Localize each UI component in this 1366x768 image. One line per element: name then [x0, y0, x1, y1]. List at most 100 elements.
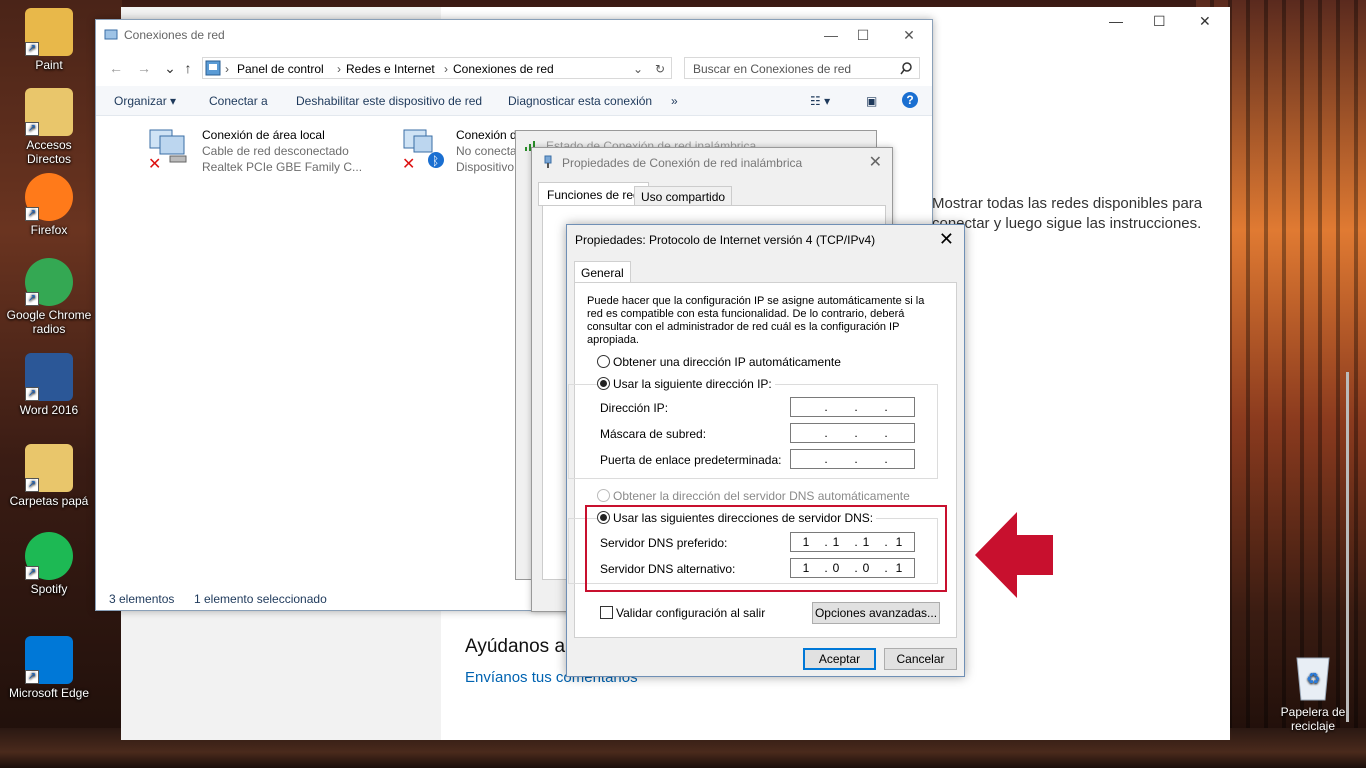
shortcut-arrow-icon: ↗	[25, 207, 39, 221]
validate-checkbox[interactable]: Validar configuración al salir	[600, 606, 765, 620]
desktop-icon-2[interactable]: ↗ Firefox	[4, 173, 94, 237]
subnet-mask-label: Máscara de subred:	[600, 427, 707, 441]
back-arrow-icon[interactable]: ←	[106, 58, 126, 78]
status-selected-count: 1 elemento seleccionado	[194, 592, 327, 606]
ipv4-properties-dialog: Propiedades: Protocolo de Internet versi…	[566, 224, 965, 677]
connect-to-button[interactable]: Conectar a	[209, 94, 268, 108]
desktop-icon-5[interactable]: ↗ Carpetas papá	[4, 444, 94, 508]
radio-ip-auto-dot[interactable]	[597, 355, 610, 368]
breadcrumb-panel-control[interactable]: Panel de control	[237, 62, 324, 76]
diagnose-button[interactable]: Diagnosticar esta conexión	[508, 94, 652, 108]
radio-dns-auto[interactable]: Obtener la dirección del servidor DNS au…	[597, 489, 910, 503]
view-options-icon[interactable]: ☷ ▾	[810, 94, 830, 108]
breadcrumb-redes-internet[interactable]: Redes e Internet	[346, 62, 435, 76]
dialog-title: Propiedades: Protocolo de Internet versi…	[575, 233, 876, 247]
desktop-icon-label: Accesos Directos	[26, 138, 72, 166]
subnet-mask-field[interactable]: ...	[790, 423, 915, 443]
minimize-icon[interactable]: —	[1109, 13, 1123, 29]
svg-text:✕: ✕	[402, 154, 415, 170]
bluetooth-adapter-icon: ᛒ ✕	[402, 129, 444, 170]
minimize-icon[interactable]: —	[816, 24, 846, 46]
desktop-icon-label: Microsoft Edge	[8, 686, 90, 700]
close-icon[interactable]: ✕	[1199, 13, 1211, 30]
red-arrow-icon	[975, 512, 1053, 598]
search-input[interactable]: Buscar en Conexiones de red	[684, 57, 920, 79]
connection-name: Conexión de área local	[202, 128, 325, 142]
app-icon: ↗	[25, 173, 73, 221]
organize-button[interactable]: Organizar ▾	[114, 94, 176, 108]
address-bar: ← → ⌄ ↑ › Panel de control › Redes e Int…	[96, 54, 932, 82]
maximize-icon[interactable]: ☐	[848, 24, 878, 46]
validate-checkbox-box[interactable]	[600, 606, 613, 619]
desktop-icon-label: Firefox	[30, 223, 68, 237]
help-icon[interactable]: ?	[902, 92, 918, 108]
forward-arrow-icon[interactable]: →	[134, 58, 154, 78]
radio-ip-manual[interactable]: Usar la siguiente dirección IP:	[597, 377, 775, 391]
settings-body-text: Mostrar todas las redes disponibles para…	[932, 195, 1203, 232]
shortcut-arrow-icon: ↗	[25, 387, 39, 401]
network-adapter-icon: ✕	[148, 129, 187, 170]
search-placeholder: Buscar en Conexiones de red	[693, 62, 852, 76]
desktop-icon-1[interactable]: ↗ Accesos Directos	[4, 88, 94, 166]
radio-ip-manual-dot[interactable]	[597, 377, 610, 390]
search-icon	[900, 62, 912, 75]
shortcut-arrow-icon: ↗	[25, 122, 39, 136]
ip-address-label: Dirección IP:	[600, 401, 669, 415]
shortcut-arrow-icon: ↗	[25, 42, 39, 56]
address-box[interactable]: › Panel de control › Redes e Internet › …	[202, 57, 672, 79]
tab-uso-compartido[interactable]: Uso compartido	[634, 186, 733, 206]
up-arrow-icon[interactable]: ↑	[178, 58, 198, 78]
app-icon: ↗	[25, 353, 73, 401]
radio-ip-auto[interactable]: Obtener una dirección IP automáticamente	[597, 355, 841, 369]
radio-dns-auto-dot[interactable]	[597, 489, 610, 502]
close-icon[interactable]: ✕	[869, 152, 882, 172]
desktop-icon-6[interactable]: ↗ Spotify	[4, 532, 94, 596]
recycle-bin-icon: ♻	[1296, 657, 1330, 701]
network-plug-icon	[544, 155, 552, 168]
network-folder-icon	[104, 29, 118, 40]
desktop-icon-3[interactable]: ↗ Google Chrome radios	[4, 258, 94, 336]
control-panel-icon	[205, 60, 221, 76]
address-dropdown-icon[interactable]: ⌄	[633, 62, 643, 76]
app-icon: ↗	[25, 532, 73, 580]
close-icon[interactable]: ✕	[939, 229, 954, 250]
disable-device-button[interactable]: Deshabilitar este dispositivo de red	[296, 94, 482, 108]
breadcrumb-separator: ›	[337, 62, 341, 76]
recycle-bin-label: Papelera de reciclaje	[1280, 705, 1346, 733]
app-icon: ↗	[25, 258, 73, 306]
title-bar: Conexiones de red — ☐ ✕	[96, 20, 932, 50]
shortcut-arrow-icon: ↗	[25, 566, 39, 580]
chevron-down-icon[interactable]: ⌄	[160, 58, 180, 78]
tab-funciones-red[interactable]: Funciones de red	[538, 182, 649, 206]
close-icon[interactable]: ✕	[894, 24, 924, 46]
breadcrumb-conexiones[interactable]: Conexiones de red	[453, 62, 554, 76]
breadcrumb-separator: ›	[225, 62, 229, 76]
app-icon: ↗	[25, 636, 73, 684]
gateway-field[interactable]: ...	[790, 449, 915, 469]
desktop-icon-label: Google Chrome radios	[6, 308, 92, 336]
dns-highlight-frame	[585, 505, 947, 592]
maximize-icon[interactable]: ☐	[1153, 13, 1166, 30]
preview-pane-icon[interactable]: ▣	[866, 94, 877, 108]
desktop-icon-7[interactable]: ↗ Microsoft Edge	[4, 636, 94, 700]
gateway-label: Puerta de enlace predeterminada:	[600, 453, 782, 467]
connection-status: Cable de red desconectado	[202, 144, 349, 158]
desktop-icon-label: Paint	[35, 58, 63, 72]
ip-address-field[interactable]: ...	[790, 397, 915, 417]
tab-general[interactable]: General	[574, 261, 631, 283]
ok-button[interactable]: Aceptar	[803, 648, 876, 670]
refresh-icon[interactable]: ↻	[655, 62, 665, 76]
connection-device: Realtek PCIe GBE Family C...	[202, 160, 363, 174]
app-icon: ↗	[25, 88, 73, 136]
recycle-bin[interactable]: ♻ Papelera de reciclaje	[1268, 650, 1358, 733]
svg-text:ᛒ: ᛒ	[432, 154, 439, 168]
advanced-options-button[interactable]: Opciones avanzadas...	[812, 602, 940, 624]
desktop-icon-0[interactable]: ↗ Paint	[4, 8, 94, 72]
window-title: Conexiones de red	[124, 28, 225, 42]
description-text: Puede hacer que la configuración IP se a…	[587, 295, 925, 346]
desktop-icon-4[interactable]: ↗ Word 2016	[4, 353, 94, 417]
cancel-button[interactable]: Cancelar	[884, 648, 957, 670]
app-icon: ↗	[25, 444, 73, 492]
more-commands-button[interactable]: »	[671, 94, 678, 108]
desktop-icon-label: Carpetas papá	[9, 494, 89, 508]
